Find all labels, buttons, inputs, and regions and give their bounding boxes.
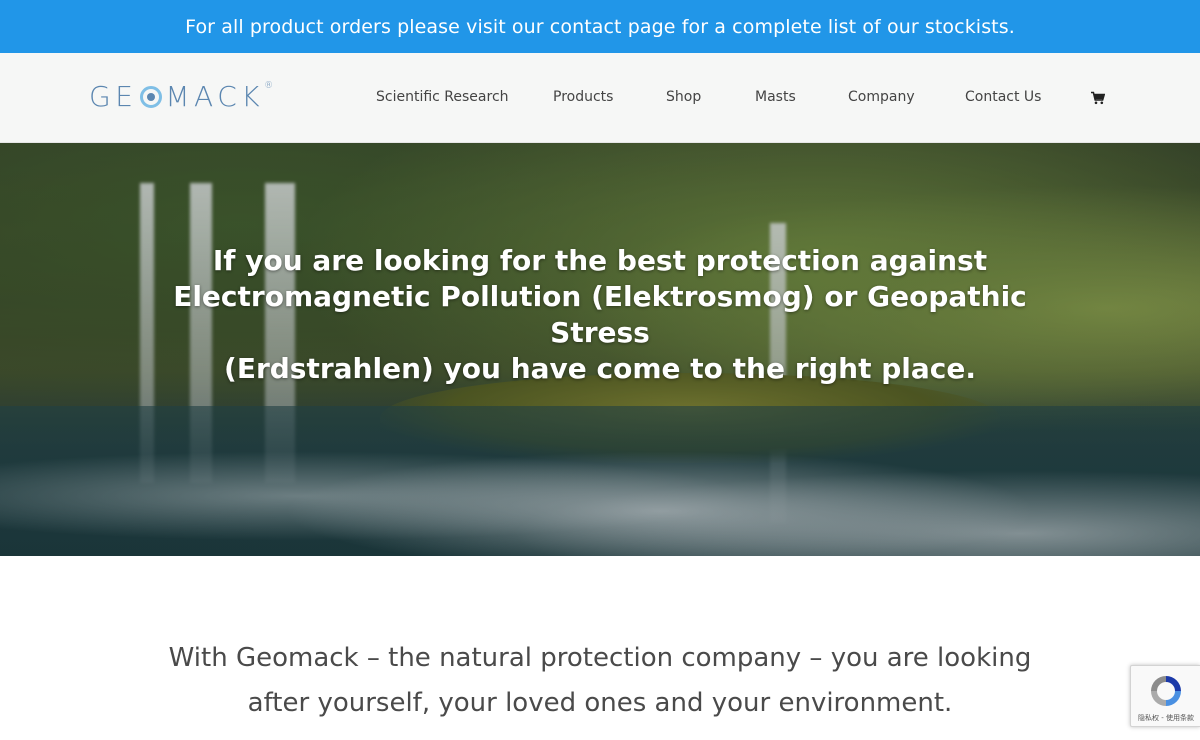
hero-headline-line: If you are looking for the best protecti… (212, 244, 988, 277)
nav-item-scientific-research[interactable]: Scientific Research (376, 89, 509, 105)
logo-text-start: GE (89, 79, 138, 113)
tagline-line: after yourself, your loved ones and your… (247, 688, 953, 718)
site-header: GE MACK ® Scientific Research Products S… (0, 53, 1200, 143)
hero-banner: If you are looking for the best protecti… (0, 143, 1200, 556)
shopping-cart-icon[interactable] (1091, 91, 1105, 105)
logo-text-end: MACK (165, 79, 265, 113)
recaptcha-links[interactable]: 隐私权 - 使用条款 (1131, 713, 1200, 723)
geomack-logo[interactable]: GE MACK ® (89, 79, 273, 113)
nav-item-masts[interactable]: Masts (755, 89, 796, 105)
logo-ring-icon (140, 86, 163, 108)
hero-headline: If you are looking for the best protecti… (120, 243, 1080, 387)
nav-item-company[interactable]: Company (848, 89, 915, 105)
hero-headline-line: Electromagnetic Pollution (Elektrosmog) … (173, 280, 1027, 349)
nav-item-contact-us[interactable]: Contact Us (965, 89, 1041, 105)
banner-text: For all product orders please visit our … (185, 15, 1015, 38)
nav-item-products[interactable]: Products (553, 89, 613, 105)
top-announcement-banner: For all product orders please visit our … (0, 0, 1200, 53)
hero-headline-line: (Erdstrahlen) you have come to the right… (224, 352, 976, 385)
intro-tagline: With Geomack – the natural protection co… (100, 636, 1100, 726)
recaptcha-icon (1151, 676, 1181, 706)
logo-registered-mark: ® (264, 81, 274, 91)
nav-item-shop[interactable]: Shop (666, 89, 701, 105)
tagline-line: With Geomack – the natural protection co… (168, 643, 1032, 673)
recaptcha-badge[interactable]: 隐私权 - 使用条款 (1130, 665, 1200, 727)
